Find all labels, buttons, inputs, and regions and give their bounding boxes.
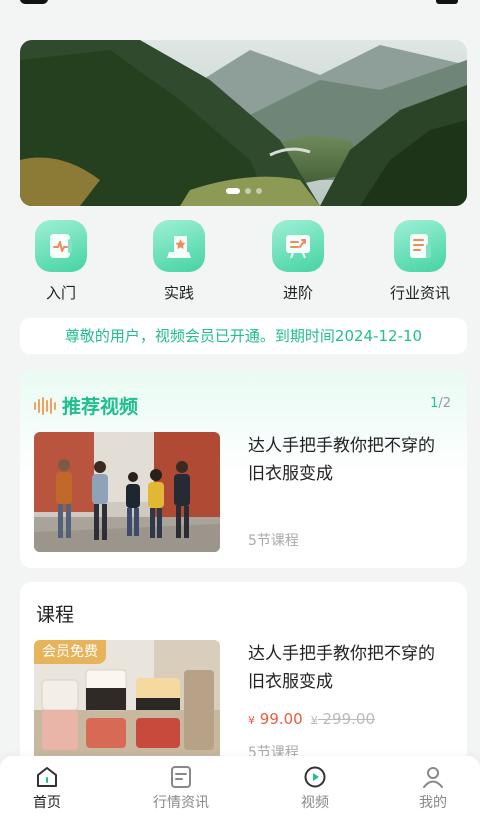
recommended-header: 推荐视频 <box>34 392 138 419</box>
course-original-price: ¥ 299.00 <box>311 710 375 728</box>
pager-total: /2 <box>438 396 451 411</box>
status-bar <box>0 0 480 10</box>
recommended-title: 推荐视频 <box>62 396 139 418</box>
tab-news[interactable]: 行情资讯 <box>136 764 226 812</box>
price-currency: ¥ <box>248 714 255 727</box>
banner-indicator <box>20 188 467 194</box>
advanced-icon <box>272 220 324 272</box>
tab-label: 首页 <box>33 795 61 811</box>
bottom-tab-bar: 首页 行情资讯 视频 我的 <box>0 756 480 818</box>
tab-label: 行情资讯 <box>153 795 209 811</box>
tab-profile[interactable]: 我的 <box>388 764 478 812</box>
video-thumbnail-image <box>34 432 220 552</box>
quick-entry-advanced[interactable]: 进阶 <box>248 220 348 303</box>
membership-notice: 尊敬的用户，视频会员已开通。到期时间2024-12-10 <box>20 318 467 354</box>
quick-entry-intro[interactable]: 入门 <box>11 220 111 303</box>
industry-news-icon <box>394 220 446 272</box>
status-battery-fragment <box>436 0 458 4</box>
quick-entry-label: 实践 <box>163 284 194 302</box>
course-card: 课程 会员免费 达人手把手教你把不穿的旧衣服变成 ¥ 99.00 ¥ 299.0… <box>20 582 467 782</box>
quick-entry-practice[interactable]: 实践 <box>129 220 229 303</box>
tab-label: 我的 <box>419 795 447 811</box>
course-thumbnail[interactable]: 会员免费 <box>34 640 220 760</box>
quick-entry-grid: 入门 实践 进阶 行业资讯 <box>0 220 480 310</box>
quick-entry-label: 行业资讯 <box>389 284 450 302</box>
member-free-badge: 会员免费 <box>34 640 106 664</box>
tab-label: 视频 <box>301 795 329 811</box>
course-price-row: ¥ 99.00 ¥ 299.00 <box>248 710 375 728</box>
banner-dot <box>244 188 251 194</box>
old-price-currency: ¥ <box>310 714 318 727</box>
video-thumbnail[interactable] <box>34 432 220 552</box>
video-info[interactable]: 达人手把手教你把不穿的旧衣服变成 <box>248 432 448 488</box>
banner-dot <box>255 188 262 194</box>
profile-icon <box>423 767 443 788</box>
price-value: 99.00 <box>259 710 303 728</box>
video-title: 达人手把手教你把不穿的旧衣服变成 <box>248 436 435 484</box>
status-time-fragment <box>20 0 48 4</box>
course-price: ¥ 99.00 <box>248 710 303 728</box>
video-icon <box>304 766 326 788</box>
quick-entry-industry-news[interactable]: 行业资讯 <box>370 220 470 303</box>
home-icon <box>37 767 57 787</box>
quick-entry-label: 入门 <box>45 284 76 302</box>
banner-carousel[interactable] <box>20 40 467 206</box>
video-lesson-count: 5节课程 <box>248 533 299 549</box>
banner-dot-active <box>225 188 240 194</box>
course-title: 达人手把手教你把不穿的旧衣服变成 <box>248 644 435 692</box>
practice-icon <box>153 220 205 272</box>
quick-entry-label: 进阶 <box>282 284 313 302</box>
old-price-value: 299.00 <box>322 710 376 728</box>
banner-image <box>20 40 467 206</box>
recommended-videos-card: 推荐视频 1/2 达人手把手教你把不穿的旧衣服变成 5节课程 <box>20 370 467 568</box>
intro-icon <box>35 220 87 272</box>
course-section-title: 课程 <box>36 604 75 626</box>
news-icon <box>171 766 191 788</box>
tab-home[interactable]: 首页 <box>2 764 92 812</box>
course-info[interactable]: 达人手把手教你把不穿的旧衣服变成 <box>248 640 448 696</box>
recommended-pager: 1/2 <box>430 396 451 411</box>
audio-wave-icon <box>34 396 56 415</box>
tab-video[interactable]: 视频 <box>270 764 360 812</box>
